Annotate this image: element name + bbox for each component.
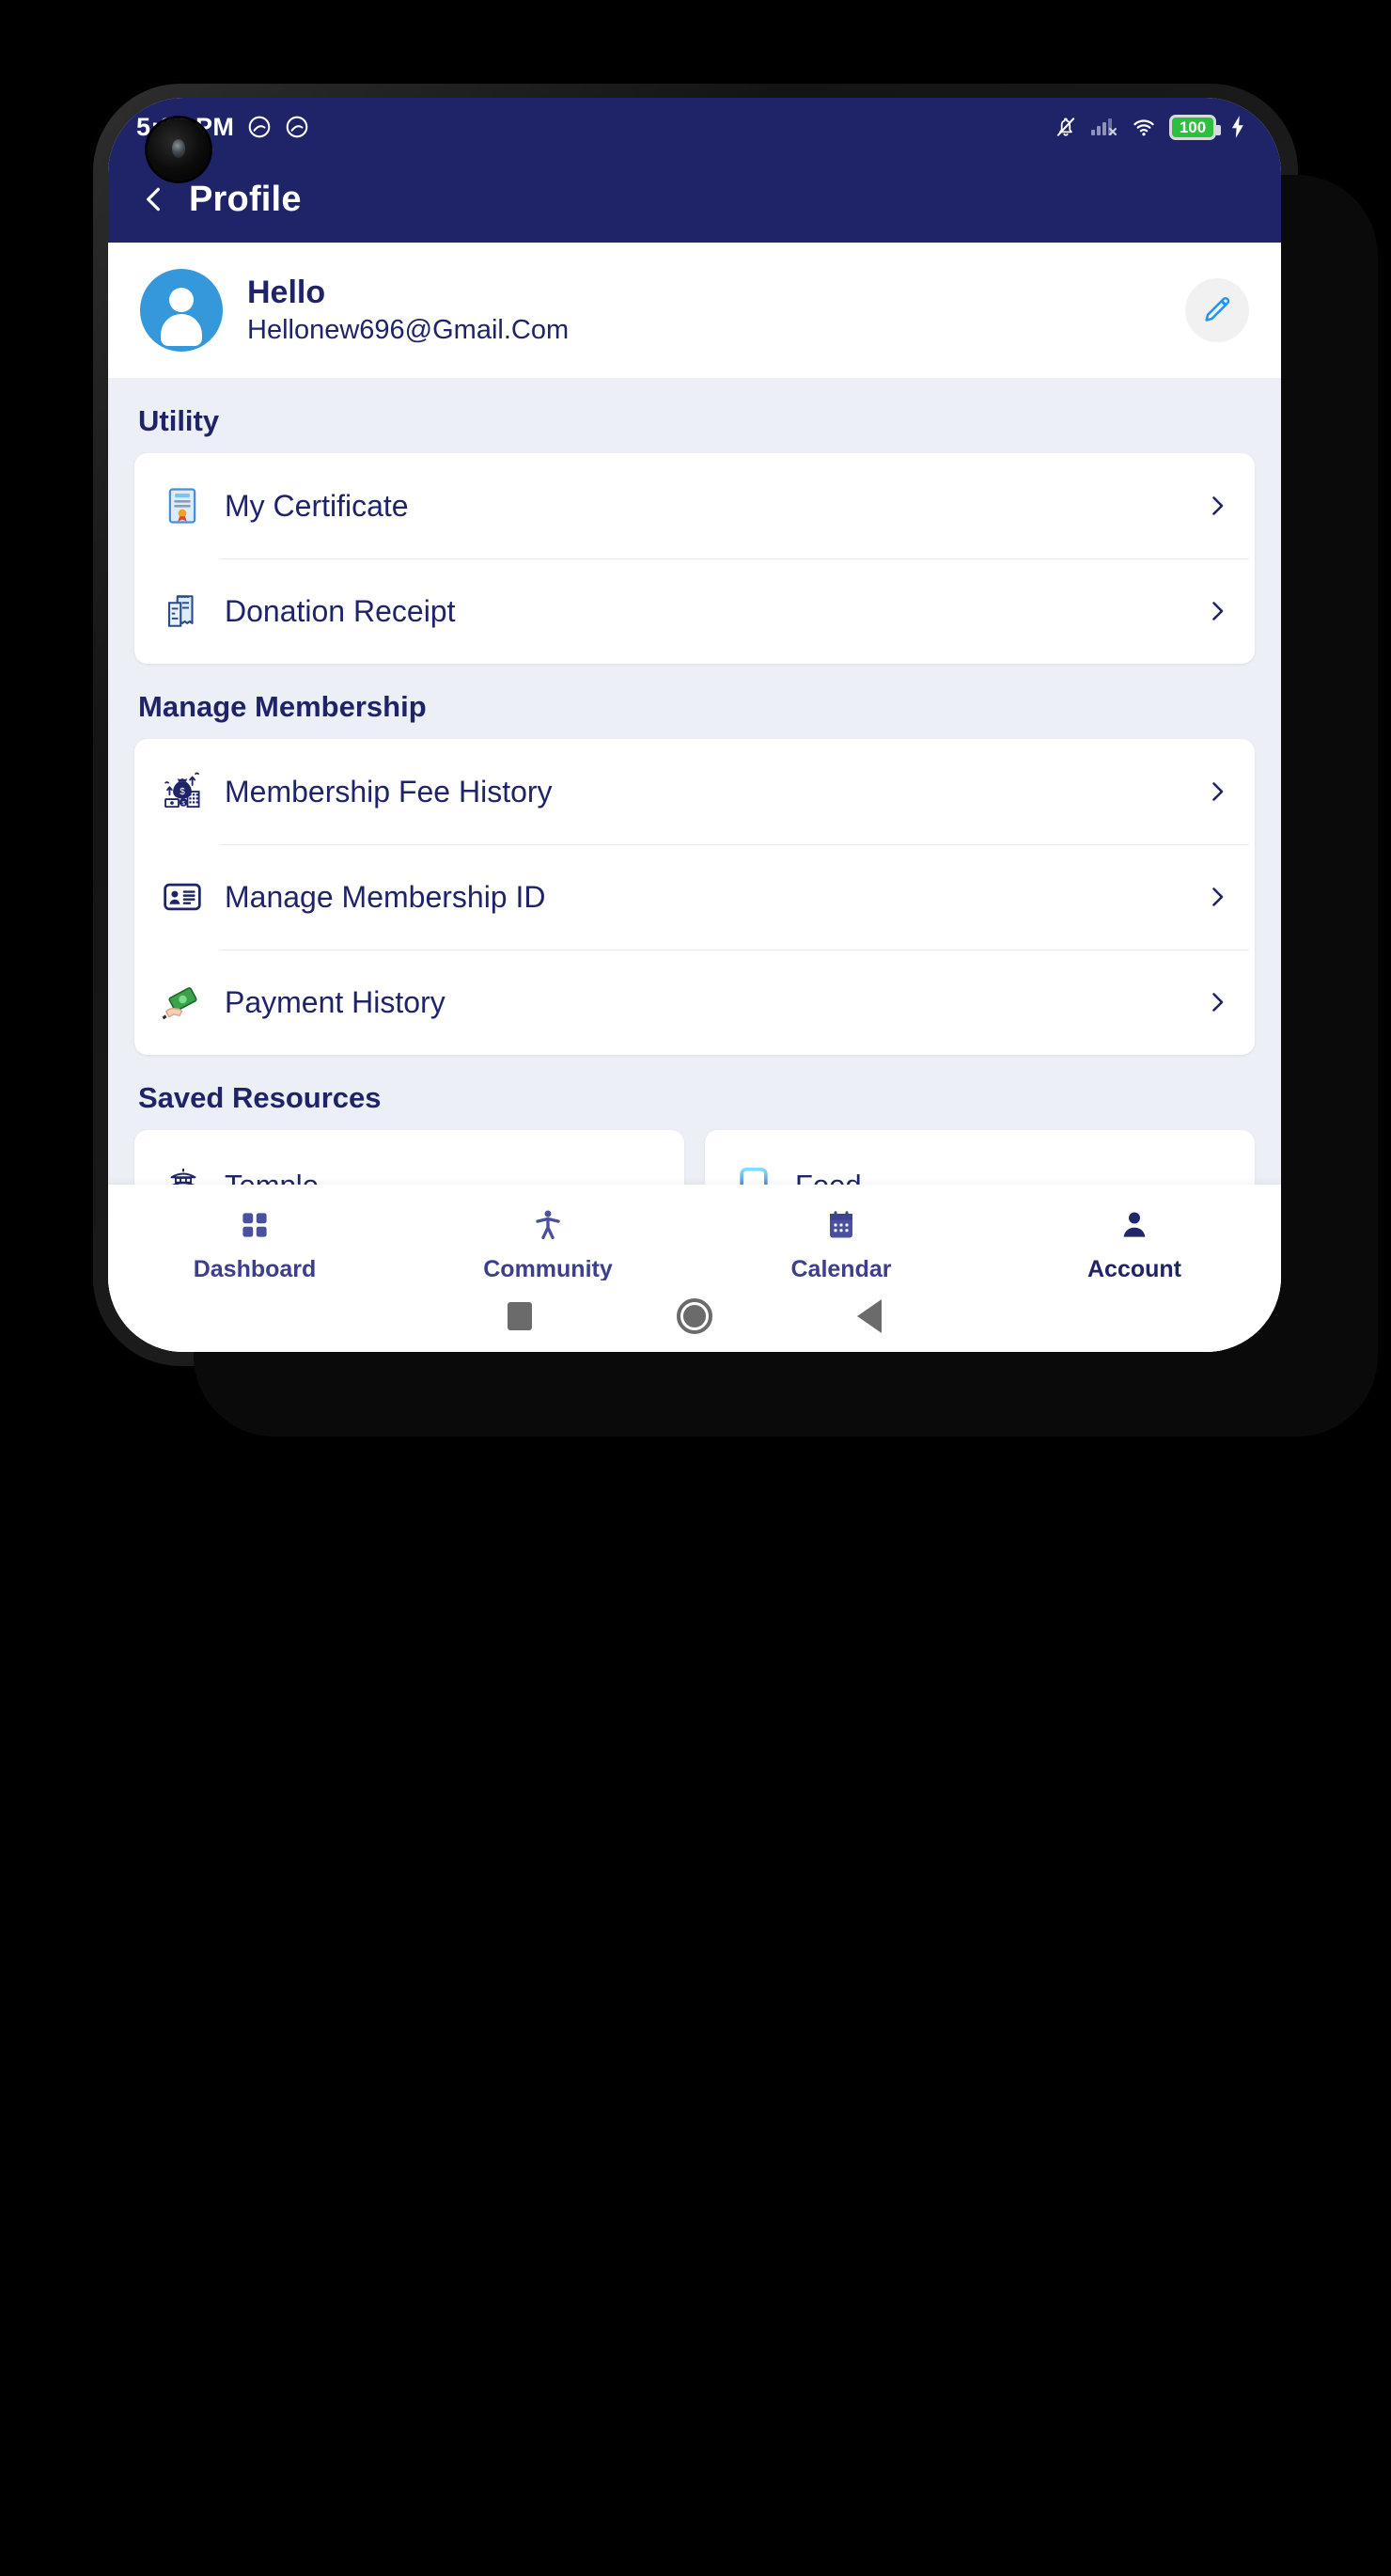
chevron-right-icon [1212, 887, 1224, 906]
nav-tab-label: Dashboard [193, 1256, 317, 1282]
list-item-label: Payment History [225, 984, 445, 1019]
list-item-label: Donation Receipt [225, 593, 456, 628]
page-body[interactable]: Hello Hellonew696@Gmail.Com Utility My C… [108, 243, 1281, 1352]
money-bag-icon: $ $ [161, 770, 204, 813]
calendar-icon [821, 1205, 861, 1245]
grid-icon [235, 1205, 274, 1245]
back-chevron-left-icon[interactable] [140, 185, 168, 213]
person-icon [1115, 1205, 1154, 1245]
chevron-right-icon [1212, 602, 1224, 620]
chevron-right-icon [1212, 782, 1224, 801]
list-item-label: My Certificate [225, 488, 409, 523]
status-bar: 5:07 PM [108, 98, 1281, 181]
section-title: Saved Resources [138, 1081, 382, 1114]
section-title: Utility [138, 404, 220, 437]
manage-membership-card: $ $ Membership Fee History Manage Member… [134, 739, 1255, 1055]
section-header-saved-resources: Saved Resources [108, 1055, 1281, 1130]
app-bar: Profile [108, 156, 1281, 243]
screenshot-stage: 5:07 PM [0, 0, 1391, 2576]
list-item-membership-fee-history[interactable]: $ $ Membership Fee History [134, 739, 1255, 844]
triangle-back-icon[interactable] [857, 1299, 882, 1333]
profile-card[interactable]: Hello Hellonew696@Gmail.Com [108, 243, 1281, 378]
cash-hand-icon [161, 981, 204, 1024]
chevron-right-icon [1212, 993, 1224, 1012]
bell-muted-icon [1056, 118, 1075, 136]
section-header-manage-membership: Manage Membership [108, 664, 1281, 739]
nav-tab-account[interactable]: Account [988, 1205, 1281, 1283]
chevron-right-icon [1212, 496, 1224, 515]
wifi-icon [1133, 119, 1154, 136]
nav-tab-label: Calendar [790, 1256, 892, 1282]
list-item-manage-membership-id[interactable]: Manage Membership ID [134, 844, 1255, 950]
section-title: Manage Membership [138, 690, 427, 723]
circle-home-icon[interactable] [677, 1298, 712, 1334]
page-title: Profile [189, 179, 302, 219]
phone-screen: 5:07 PM [108, 98, 1281, 1352]
battery-indicator: 100 [1169, 114, 1221, 140]
cellular-no-sim-icon [1091, 118, 1117, 135]
android-system-navigation-bar [108, 1280, 1281, 1352]
utility-card: My Certificate Donation Receipt [134, 453, 1255, 664]
do-not-disturb-icon [286, 116, 308, 138]
front-camera-punch-hole [148, 118, 210, 181]
profile-name: Hello [247, 274, 326, 310]
square-recents-icon[interactable] [508, 1302, 532, 1330]
do-not-disturb-icon [248, 116, 271, 138]
status-bar-right: 100 [1054, 114, 1247, 140]
edit-profile-button[interactable] [1185, 278, 1249, 342]
certificate-icon [161, 484, 204, 527]
list-item-label: Manage Membership ID [225, 879, 546, 914]
person-arms-icon [528, 1205, 568, 1245]
profile-email: Hellonew696@Gmail.Com [247, 314, 570, 345]
list-item-label: Membership Fee History [225, 774, 553, 809]
nav-tab-label: Account [1087, 1256, 1181, 1282]
nav-tab-dashboard[interactable]: Dashboard [108, 1205, 401, 1283]
list-item-payment-history[interactable]: Payment History [134, 950, 1255, 1055]
list-item-donation-receipt[interactable]: Donation Receipt [134, 558, 1255, 664]
list-item-my-certificate[interactable]: My Certificate [134, 453, 1255, 558]
pencil-edit-icon [1205, 296, 1230, 322]
battery-level-text: 100 [1179, 118, 1207, 136]
section-header-utility: Utility [108, 378, 1281, 453]
nav-tab-calendar[interactable]: Calendar [695, 1205, 988, 1283]
nav-tab-label: Community [483, 1256, 613, 1282]
receipt-icon [161, 589, 204, 633]
id-card-icon [161, 875, 204, 919]
profile-text: Hello Hellonew696@Gmail.Com [247, 275, 569, 346]
avatar [140, 269, 223, 352]
svg-text:$: $ [180, 787, 185, 797]
nav-tab-community[interactable]: Community [401, 1205, 695, 1283]
charging-bolt-icon [1231, 116, 1243, 138]
